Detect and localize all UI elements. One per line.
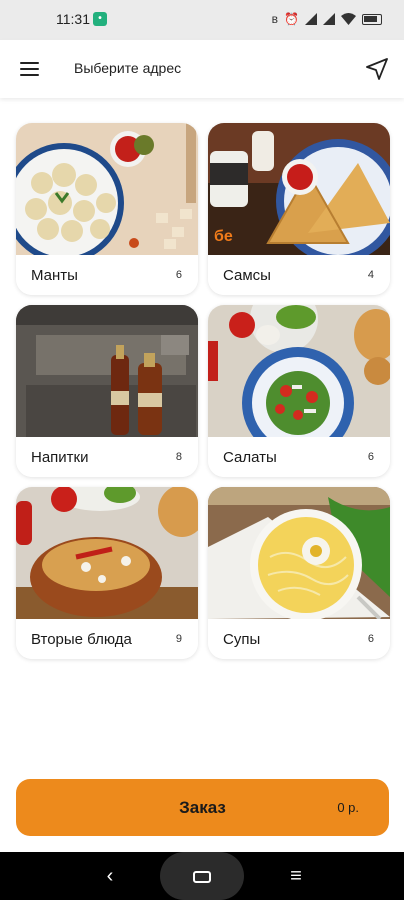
category-card-supy[interactable]: Супы 6 bbox=[208, 487, 390, 659]
signal-2-icon bbox=[323, 13, 335, 25]
category-count: 6 bbox=[367, 633, 374, 645]
battery-icon bbox=[362, 13, 382, 25]
vtorye-blyuda-image bbox=[16, 487, 198, 619]
category-card-salaty[interactable]: Салаты 6 bbox=[208, 305, 390, 477]
app-notification-icon: • bbox=[93, 12, 107, 26]
salaty-image bbox=[208, 305, 390, 437]
samsy-image: бе bbox=[208, 123, 390, 255]
category-card-napitki[interactable]: Напитки 8 bbox=[16, 305, 198, 477]
alarm-icon: ⏰ bbox=[284, 12, 299, 26]
menu-icon[interactable] bbox=[20, 61, 40, 77]
back-icon[interactable]: ‹ bbox=[96, 852, 124, 900]
category-count: 9 bbox=[175, 633, 182, 645]
category-card-samsy[interactable]: бе Самсы 4 bbox=[208, 123, 390, 295]
card-footer: Супы 6 bbox=[208, 619, 390, 659]
wifi-icon bbox=[341, 13, 356, 25]
category-name: Манты bbox=[31, 267, 78, 284]
card-footer: Напитки 8 bbox=[16, 437, 198, 477]
category-name: Супы bbox=[223, 631, 261, 648]
location-arrow-icon[interactable] bbox=[364, 56, 390, 82]
category-count: 4 bbox=[367, 269, 374, 281]
signal-icon bbox=[305, 13, 317, 25]
status-time: 11:31 bbox=[56, 11, 90, 27]
recent-apps-icon[interactable]: ≡ bbox=[282, 852, 310, 900]
category-name: Вторые блюда bbox=[31, 631, 132, 648]
home-icon[interactable] bbox=[193, 871, 211, 883]
status-bar: 11:31 • ʙ ⏰ bbox=[0, 0, 404, 40]
bluetooth-icon: ʙ bbox=[271, 12, 279, 26]
supy-image bbox=[208, 487, 390, 619]
system-nav-bar: ‹ ≡ bbox=[0, 852, 404, 900]
order-label: Заказ bbox=[179, 798, 226, 817]
category-name: Салаты bbox=[223, 449, 277, 466]
category-card-manty[interactable]: Манты 6 bbox=[16, 123, 198, 295]
category-count: 6 bbox=[175, 269, 182, 281]
order-total: 0 р. bbox=[337, 800, 359, 815]
manty-image bbox=[16, 123, 198, 255]
card-footer: Салаты 6 bbox=[208, 437, 390, 477]
order-button[interactable]: Заказ 0 р. bbox=[16, 779, 389, 836]
card-footer: Вторые блюда 9 bbox=[16, 619, 198, 659]
category-count: 8 bbox=[175, 451, 182, 463]
category-name: Самсы bbox=[223, 267, 271, 284]
category-card-vtorye-blyuda[interactable]: Вторые блюда 9 bbox=[16, 487, 198, 659]
app-bar: Выберите адрес bbox=[0, 40, 404, 98]
address-selector[interactable]: Выберите адрес bbox=[74, 60, 181, 76]
svg-text:бе: бе bbox=[214, 228, 233, 245]
napitki-image bbox=[16, 305, 198, 437]
card-footer: Манты 6 bbox=[16, 255, 198, 295]
card-footer: Самсы 4 bbox=[208, 255, 390, 295]
status-icons: ʙ ⏰ bbox=[272, 11, 382, 27]
category-count: 6 bbox=[367, 451, 374, 463]
category-name: Напитки bbox=[31, 449, 89, 466]
